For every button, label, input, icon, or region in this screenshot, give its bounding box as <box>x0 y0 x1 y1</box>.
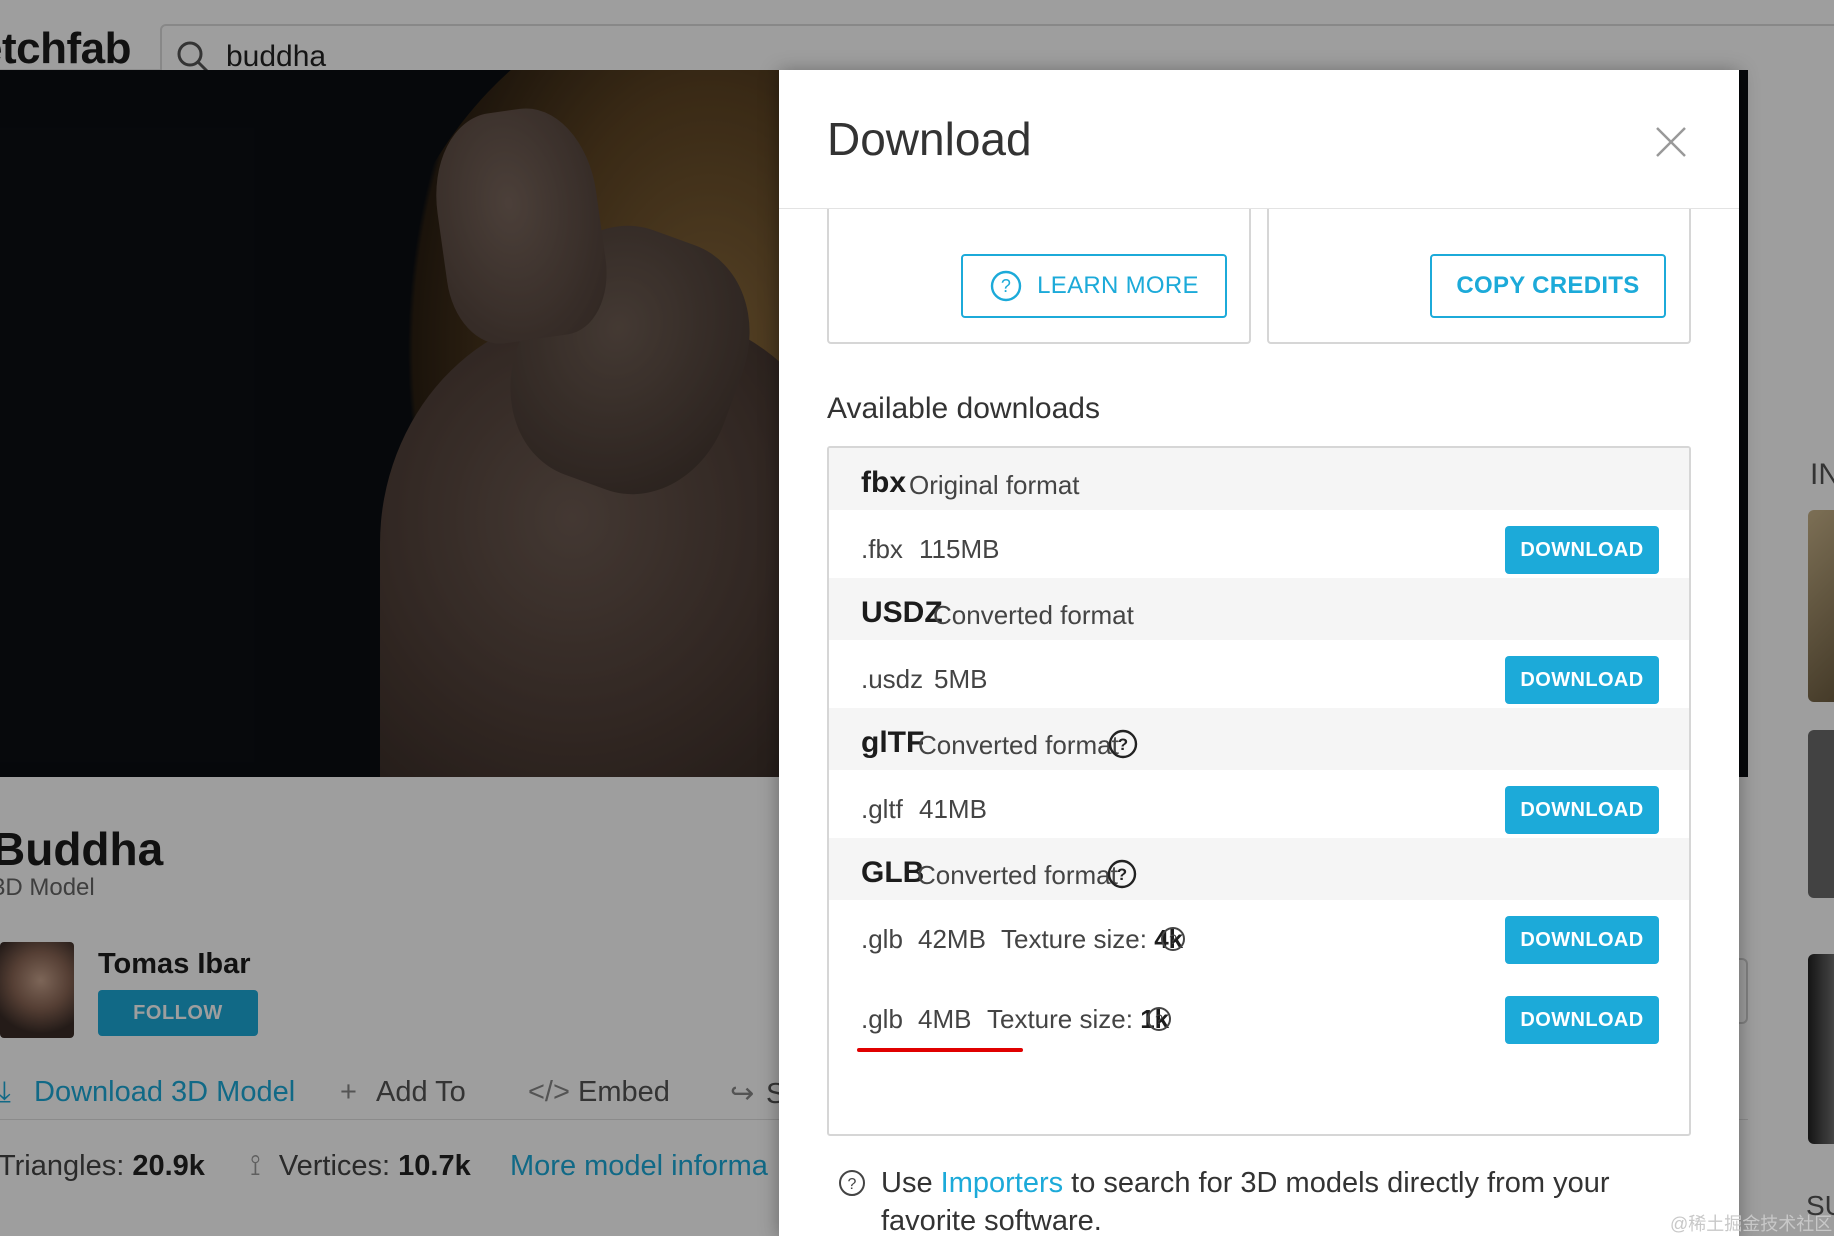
download-button-fbx[interactable]: DOWNLOAD <box>1505 526 1659 574</box>
help-icon[interactable]: ? <box>1145 1005 1173 1033</box>
file-size: 41MB <box>919 794 987 824</box>
format-desc: Converted format <box>933 600 1134 630</box>
help-icon[interactable]: ? <box>1159 925 1187 953</box>
format-name: glTF <box>861 726 925 759</box>
watermark: @稀土掘金技术社区 <box>1670 1214 1833 1234</box>
format-desc: Converted format <box>917 860 1118 890</box>
license-cards: ? LEARN MORE COPY CREDITS <box>827 209 1691 344</box>
format-desc: Converted format <box>918 730 1119 760</box>
copy-credits-button[interactable]: COPY CREDITS <box>1430 254 1666 318</box>
download-modal: Download ? LEARN MORE COPY CREDITS Avail… <box>779 70 1739 1236</box>
file-size: 42MB <box>918 924 986 954</box>
license-card: ? LEARN MORE <box>827 209 1251 344</box>
importers-text: Use Importers to search for 3D models di… <box>881 1164 1671 1236</box>
modal-title: Download <box>827 113 1032 165</box>
modal-header: Download <box>779 70 1739 209</box>
file-extension: .usdz <box>861 664 924 694</box>
svg-text:?: ? <box>1001 276 1011 296</box>
svg-text:?: ? <box>1155 1011 1163 1027</box>
svg-text:?: ? <box>848 1176 857 1193</box>
file-extension: .fbx <box>861 534 903 564</box>
close-icon[interactable] <box>1649 120 1693 164</box>
file-extension: .glb <box>861 924 903 954</box>
texture-label: Texture size: <box>1001 924 1147 954</box>
format-name: USDZ <box>861 596 943 629</box>
format-name: GLB <box>861 856 925 889</box>
download-button-usdz[interactable]: DOWNLOAD <box>1505 656 1659 704</box>
question-circle-icon: ? <box>839 1170 865 1196</box>
file-extension: .gltf <box>861 794 903 824</box>
question-circle-icon: ? <box>990 270 1022 302</box>
download-button-glb-4k[interactable]: DOWNLOAD <box>1505 916 1659 964</box>
format-name: fbx <box>861 466 906 499</box>
file-row-glb-4k: .glb 42MB Texture size: 4k ? DOWNLOAD <box>829 900 1689 980</box>
help-icon[interactable]: ? <box>1106 858 1138 890</box>
download-button-glb-1k[interactable]: DOWNLOAD <box>1505 996 1659 1044</box>
red-highlight-underline <box>857 1048 1023 1052</box>
texture-size: Texture size: 4k <box>1001 924 1183 955</box>
learn-more-label: LEARN MORE <box>1037 272 1199 299</box>
available-downloads-heading: Available downloads <box>827 392 1100 425</box>
file-extension: .glb <box>861 1004 903 1034</box>
credits-card: COPY CREDITS <box>1267 209 1691 344</box>
downloads-table: fbx Original format .fbx 115MB DOWNLOAD … <box>827 446 1691 1136</box>
svg-text:?: ? <box>1117 865 1127 884</box>
file-size: 5MB <box>934 664 988 694</box>
svg-text:?: ? <box>1118 735 1128 754</box>
texture-label: Texture size: <box>987 1004 1133 1034</box>
file-size: 115MB <box>919 534 1000 564</box>
importers-link[interactable]: Importers <box>941 1167 1063 1199</box>
download-button-gltf[interactable]: DOWNLOAD <box>1505 786 1659 834</box>
learn-more-button[interactable]: ? LEARN MORE <box>961 254 1227 318</box>
importers-pre: Use <box>881 1167 941 1199</box>
format-desc: Original format <box>909 470 1080 500</box>
help-icon[interactable]: ? <box>1107 728 1139 760</box>
texture-size: Texture size: 1k <box>987 1004 1169 1035</box>
file-row-glb-1k: .glb 4MB Texture size: 1k ? DOWNLOAD <box>829 980 1689 1060</box>
file-size: 4MB <box>918 1004 972 1034</box>
svg-text:?: ? <box>1169 931 1177 947</box>
